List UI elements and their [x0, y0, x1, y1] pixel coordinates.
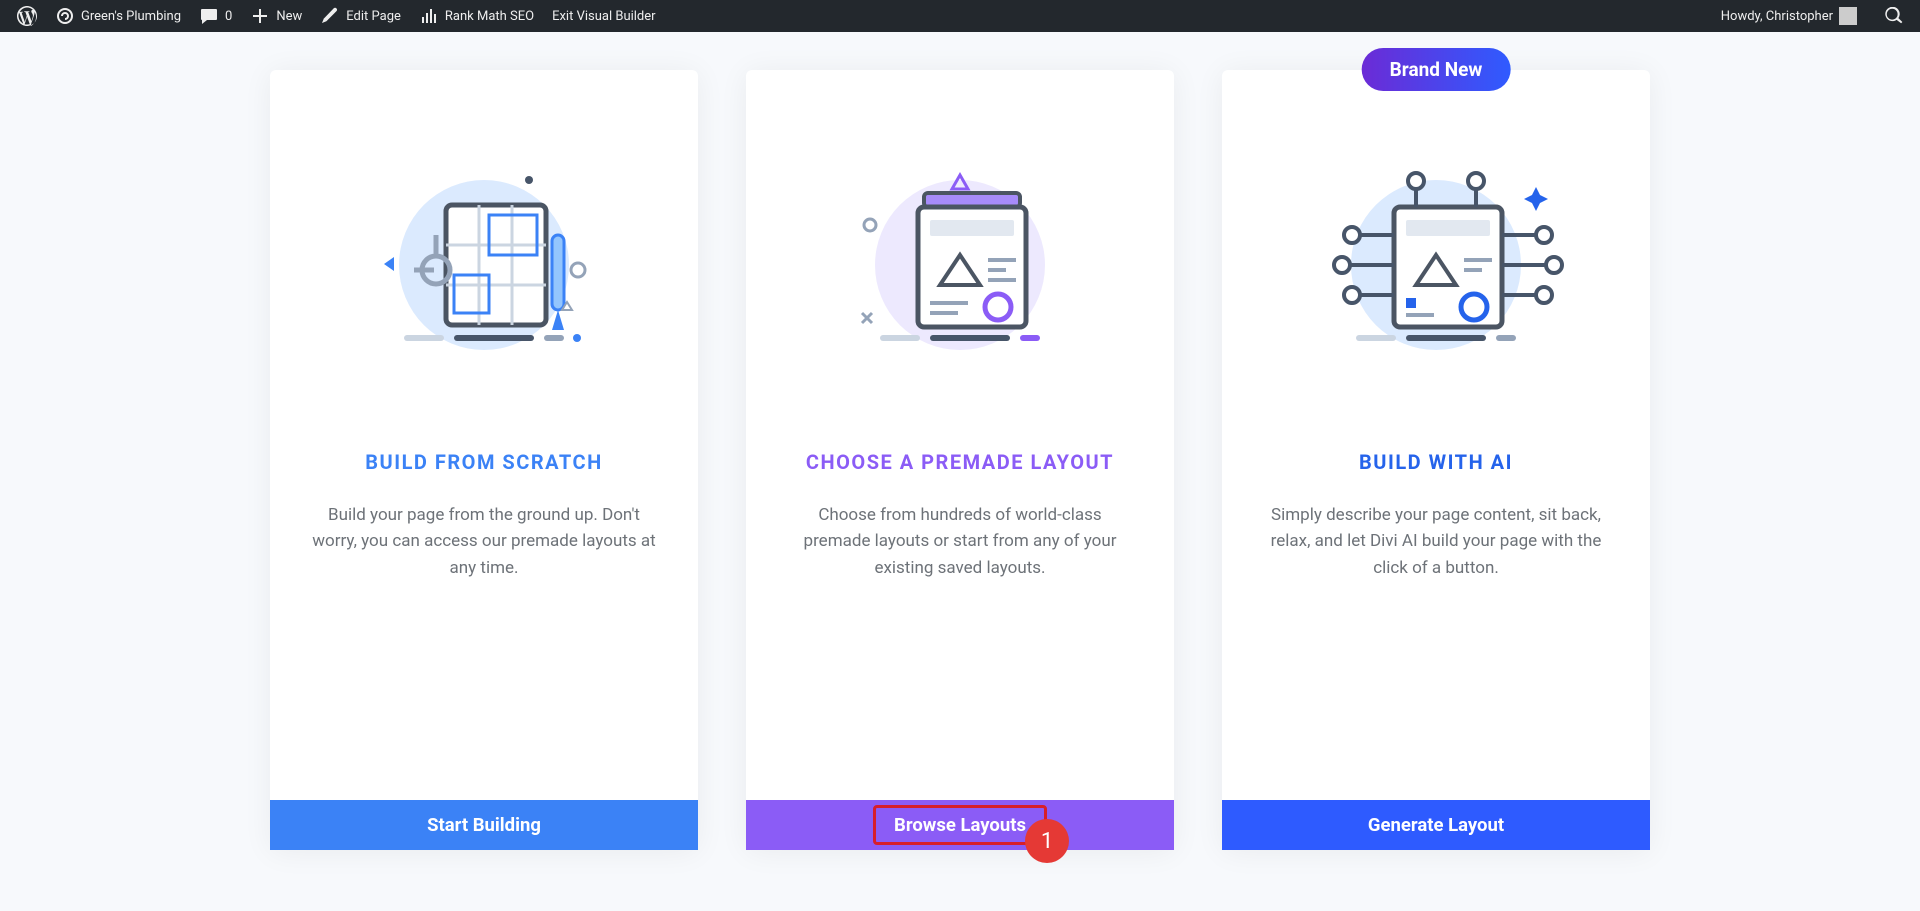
avatar	[1839, 7, 1857, 25]
search-icon	[1885, 7, 1903, 25]
howdy-link[interactable]: Howdy, Christopher	[1712, 0, 1866, 32]
comment-icon	[199, 6, 219, 26]
pencil-icon	[320, 6, 340, 26]
wordpress-icon	[17, 6, 37, 26]
site-name-text: Green's Plumbing	[81, 9, 181, 24]
comments-link[interactable]: 0	[190, 0, 241, 32]
howdy-text: Howdy, Christopher	[1721, 9, 1833, 24]
dashboard-icon	[55, 6, 75, 26]
card-desc: Choose from hundreds of world-class prem…	[746, 502, 1174, 581]
comments-count: 0	[225, 9, 232, 24]
new-text: New	[276, 9, 302, 24]
exit-vb-link[interactable]: Exit Visual Builder	[543, 0, 664, 32]
card-title: CHOOSE A PREMADE LAYOUT	[806, 450, 1114, 474]
brand-new-badge: Brand New	[1362, 48, 1511, 91]
card-build-from-scratch: BUILD FROM SCRATCH Build your page from …	[270, 70, 698, 850]
wp-logo[interactable]	[8, 0, 46, 32]
generate-layout-button[interactable]: Generate Layout	[1222, 800, 1650, 850]
new-link[interactable]: New	[241, 0, 311, 32]
edit-page-link[interactable]: Edit Page	[311, 0, 410, 32]
edit-page-text: Edit Page	[346, 9, 401, 24]
chart-icon	[419, 6, 439, 26]
browse-layouts-label: Browse Layouts	[873, 805, 1047, 845]
card-desc: Build your page from the ground up. Don'…	[270, 502, 698, 581]
plus-icon	[250, 6, 270, 26]
rank-math-link[interactable]: Rank Math SEO	[410, 0, 543, 32]
illustration-ai	[1222, 70, 1650, 440]
annotation-badge: 1	[1025, 819, 1069, 863]
card-title: BUILD FROM SCRATCH	[365, 450, 602, 474]
browse-layouts-button[interactable]: Browse Layouts	[746, 800, 1174, 850]
card-desc: Simply describe your page content, sit b…	[1222, 502, 1650, 581]
illustration-scratch	[270, 70, 698, 440]
site-name-link[interactable]: Green's Plumbing	[46, 0, 190, 32]
card-build-with-ai: Brand New	[1222, 70, 1650, 850]
rank-math-text: Rank Math SEO	[445, 9, 534, 24]
card-premade-layout: CHOOSE A PREMADE LAYOUT Choose from hund…	[746, 70, 1174, 850]
start-building-button[interactable]: Start Building	[270, 800, 698, 850]
card-title: BUILD WITH AI	[1359, 450, 1513, 474]
card-grid: BUILD FROM SCRATCH Build your page from …	[0, 32, 1920, 850]
wp-admin-bar: Green's Plumbing 0 New Edit Page Rank Ma…	[0, 0, 1920, 32]
search-link[interactable]	[1876, 0, 1912, 32]
illustration-premade	[746, 70, 1174, 440]
